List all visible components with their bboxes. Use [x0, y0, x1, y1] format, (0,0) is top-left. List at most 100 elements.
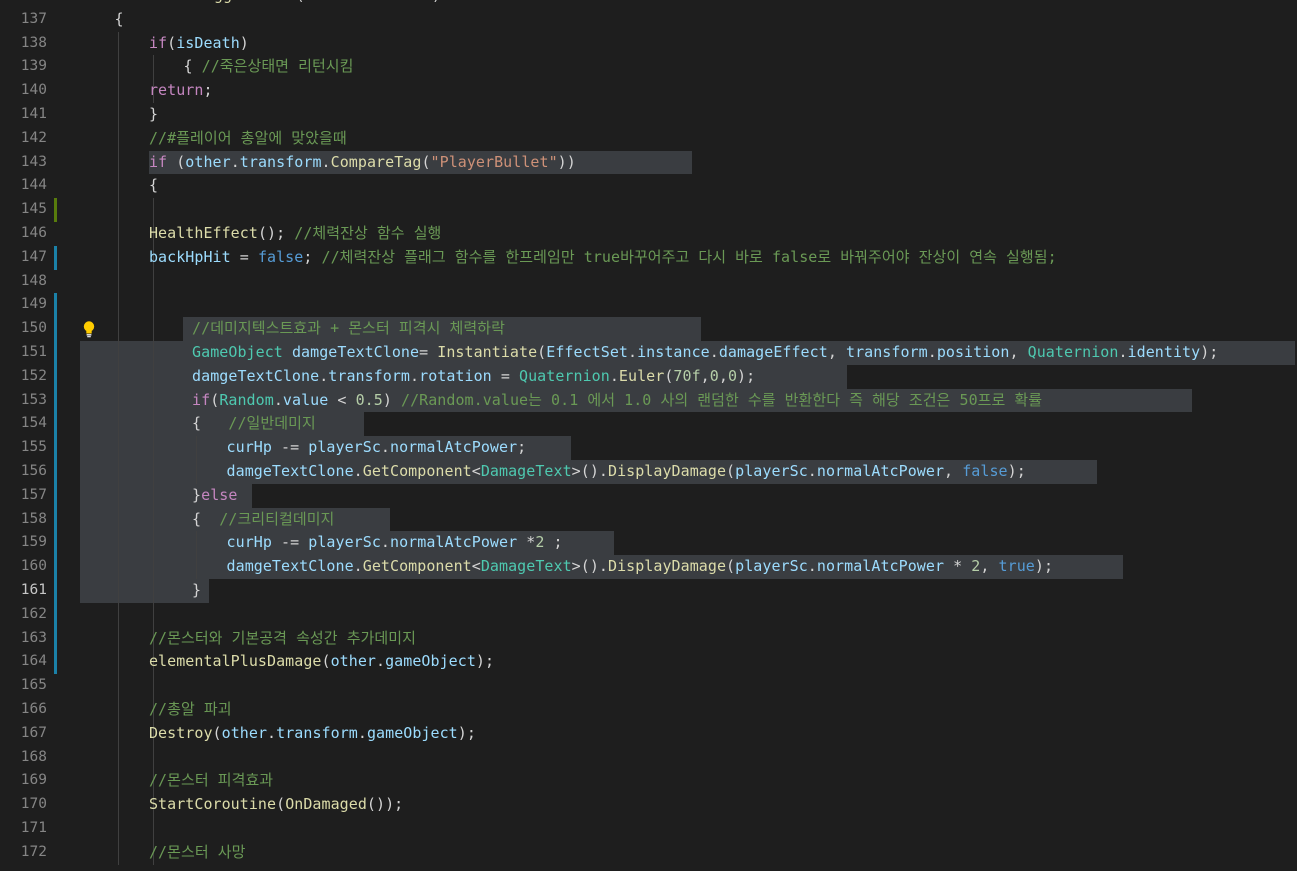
code-text[interactable]: { //크리티컬데미지 [192, 508, 334, 532]
line-number: 144 [20, 177, 47, 194]
code-token: ( [167, 33, 177, 52]
code-text[interactable]: if (other.transform.CompareTag("PlayerBu… [149, 151, 576, 175]
code-text[interactable]: return; [149, 79, 213, 103]
code-line[interactable]: 161} [0, 579, 1297, 603]
code-token: . [807, 557, 817, 576]
indent-guide [118, 55, 120, 80]
code-line[interactable]: 155 curHp -= playerSc.normalAtcPower; [0, 436, 1297, 460]
code-line[interactable]: 150 //데미지텍스트효과 + 몬스터 피격시 체력하락 [0, 317, 1297, 341]
code-line[interactable]: 156 damgeTextClone.GetComponent<DamageTex… [0, 460, 1297, 484]
code-line[interactable]: 144 { [0, 174, 1297, 199]
code-text[interactable]: //몬스터 피격효과 [149, 769, 273, 793]
code-text[interactable]: { [114, 8, 123, 32]
code-line[interactable]: 153 if(Random.value < 0.5) //Random.value… [0, 388, 1297, 413]
code-text[interactable]: //#플레이어 총알에 맞았을때 [149, 127, 347, 151]
code-line[interactable]: 163 //몬스터와 기본공격 속성간 추가데미지 [0, 626, 1297, 651]
code-text[interactable]: //총알 파괴 [149, 698, 232, 722]
line-number: 138 [20, 34, 47, 51]
code-line[interactable]: 148 [0, 269, 1297, 294]
code-text[interactable]: Destroy(other.transform.gameObject); [149, 722, 476, 746]
code-text[interactable]: { [149, 174, 158, 198]
code-text[interactable]: { //일반데미지 [192, 412, 316, 436]
code-token: , [1009, 343, 1028, 361]
code-text[interactable]: if(isDeath) [149, 32, 249, 56]
code-text[interactable]: //몬스터와 기본공격 속성간 추가데미지 [149, 627, 416, 651]
code-token: gameObject [385, 652, 476, 671]
code-text[interactable]: } [149, 103, 158, 127]
code-line[interactable]: 140 return; [0, 79, 1297, 103]
code-text[interactable]: damgeTextClone.GetComponent<DamageText>(… [227, 555, 1054, 579]
gutter-modified-marker [54, 317, 57, 341]
code-token: //죽은상태면 리턴시킴 [201, 57, 354, 76]
indent-guide [118, 436, 120, 460]
code-text[interactable]: curHp -= playerSc.normalAtcPower; [227, 436, 527, 460]
code-text[interactable]: //몬스터 사망 [149, 841, 246, 865]
code-line[interactable]: 141} [0, 103, 1297, 127]
indent-guide [118, 698, 120, 722]
code-text[interactable]: elementalPlusDamage(other.gameObject); [149, 650, 494, 674]
code-token: ); [1007, 462, 1026, 480]
indent-guide [152, 745, 154, 770]
code-text[interactable]: //데미지텍스트효과 + 몬스터 피격시 체력하락 [192, 317, 505, 341]
code-token: //몬스터 피격효과 [148, 771, 274, 790]
code-text[interactable]: backHpHit = false; //체력잔상 플래그 함수를 한프레임만 … [149, 246, 1057, 270]
code-line[interactable]: 139 { //죽은상태면 리턴시킴 [0, 55, 1297, 80]
code-line[interactable]: 137 { [0, 8, 1297, 32]
code-line[interactable]: 162 [0, 602, 1297, 627]
code-token: else [201, 485, 238, 504]
gutter-added-marker [54, 198, 57, 222]
code-line[interactable]: 147 backHpHit = false; //체력잔상 플래그 함수를 한프레… [0, 245, 1297, 270]
code-line[interactable]: 136 void OnTriggerEnter(Collider other) [0, 0, 1297, 8]
code-token: ); [737, 366, 756, 385]
code-line[interactable]: 138 if(isDeath) [0, 31, 1297, 56]
code-text[interactable]: HealthEffect(); //체력잔상 함수 실행 [149, 222, 441, 246]
code-line[interactable]: 152 damgeTextClone.transform.rotation = Q… [0, 364, 1297, 389]
code-token: OnDamaged [285, 795, 367, 814]
code-line[interactable]: 159 curHp -= playerSc.normalAtcPower *2 ; [0, 531, 1297, 556]
code-token: ); [1034, 557, 1054, 576]
lightbulb-icon[interactable] [82, 320, 96, 338]
code-text[interactable]: }else [192, 484, 237, 508]
code-text[interactable]: } [192, 579, 201, 603]
code-token: 0 [727, 366, 738, 385]
code-line[interactable]: 168 [0, 745, 1297, 770]
code-line[interactable]: 145 [0, 198, 1297, 222]
code-text[interactable]: if(Random.value < 0.5) //Random.value는 0… [192, 389, 1042, 413]
code-line[interactable]: 154 { //일반데미지 [0, 412, 1297, 437]
code-line[interactable]: 157}else [0, 483, 1297, 508]
code-text[interactable]: curHp -= playerSc.normalAtcPower *2 ; [227, 531, 563, 555]
code-line[interactable]: 172 //몬스터 사망 [0, 840, 1297, 865]
code-token: if [148, 33, 168, 52]
code-line[interactable]: 166 //총알 파괴 [0, 698, 1297, 722]
code-line[interactable]: 170 StartCoroutine(OnDamaged()); [0, 793, 1297, 817]
code-text[interactable]: damgeTextClone.transform.rotation = Quat… [192, 365, 755, 389]
code-line[interactable]: 149 [0, 293, 1297, 318]
code-line[interactable]: 167 Destroy(other.transform.gameObject); [0, 721, 1297, 746]
code-token: . [273, 390, 283, 409]
indent-guide [152, 364, 154, 389]
code-text[interactable]: StartCoroutine(OnDamaged()); [149, 793, 403, 817]
code-line[interactable]: 142 //#플레이어 총알에 맞았을때 [0, 126, 1297, 151]
line-number: 158 [20, 510, 47, 527]
code-text[interactable]: { //죽은상태면 리턴시킴 [183, 55, 353, 79]
code-token: 0.5 [355, 390, 383, 409]
code-line[interactable]: 164 elementalPlusDamage(other.gameObject)… [0, 650, 1297, 675]
code-token: ( [537, 343, 547, 361]
indent-guide [152, 507, 154, 532]
code-line[interactable]: 169 //몬스터 피격효과 [0, 769, 1297, 794]
code-token: Destroy [148, 723, 213, 742]
code-line[interactable]: 165 [0, 674, 1297, 698]
code-line[interactable]: 171 [0, 817, 1297, 841]
gutter-modified-marker [54, 341, 57, 365]
code-text[interactable]: GameObject damgeTextClone= Instantiate(E… [192, 341, 1218, 365]
code-text[interactable]: void OnTriggerEnter(Collider other) [123, 0, 441, 8]
code-editor[interactable]: 136void OnTriggerEnter(Collider other)13… [0, 0, 1297, 871]
code-line[interactable]: 151 GameObject damgeTextClone= Instantiat… [0, 341, 1297, 365]
code-line[interactable]: 160 damgeTextClone.GetComponent<DamageTex… [0, 555, 1297, 579]
code-line[interactable]: 158 { //크리티컬데미지 [0, 507, 1297, 532]
code-line[interactable]: 143 if (other.transform.CompareTag("Playe… [0, 150, 1297, 175]
line-number: 167 [20, 724, 47, 741]
code-text[interactable]: damgeTextClone.GetComponent<DamageText>(… [227, 460, 1026, 484]
code-token: CompareTag [330, 152, 422, 171]
code-line[interactable]: 146 HealthEffect(); //체력잔상 함수 실행 [0, 222, 1297, 246]
